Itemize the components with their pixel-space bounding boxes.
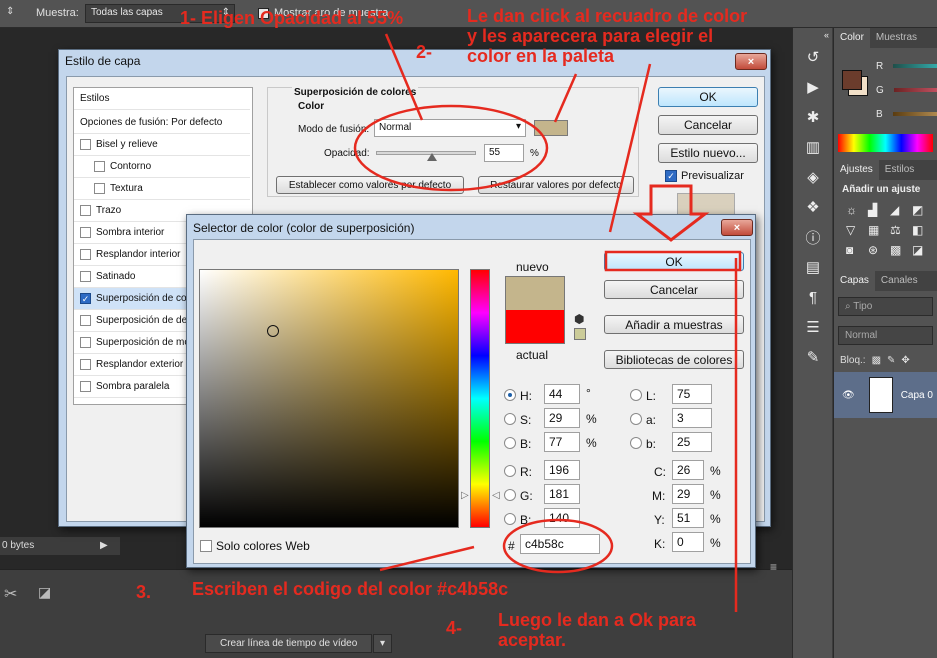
step3-pointer-line <box>379 545 475 572</box>
annotation-step3-text: Escriben el codigo del color #c4b58c <box>192 579 509 599</box>
foreground-color-swatch[interactable] <box>842 70 862 90</box>
step2-swatch-line <box>553 73 578 123</box>
down-arrow-icon <box>632 184 710 242</box>
step2-picker-line <box>608 63 652 233</box>
annotation-step2-text: Le dan click al recuadro de color y les … <box>467 6 748 67</box>
annotation-overlay <box>353 33 742 612</box>
hex-highlight-ellipse <box>502 518 614 574</box>
annotation-step2-number: 2- <box>416 42 433 62</box>
annotation-step3-number: 3. <box>136 582 152 602</box>
ok-highlight-rect <box>604 250 742 272</box>
opacity-highlight-ellipse <box>353 104 549 192</box>
annotation-step4-text: Luego le dan a Ok para aceptar. <box>498 610 697 651</box>
annotation-step4-number: 4- <box>446 618 463 638</box>
annotation-step1: 1- Eligen Opacidad al 55% <box>180 8 404 28</box>
